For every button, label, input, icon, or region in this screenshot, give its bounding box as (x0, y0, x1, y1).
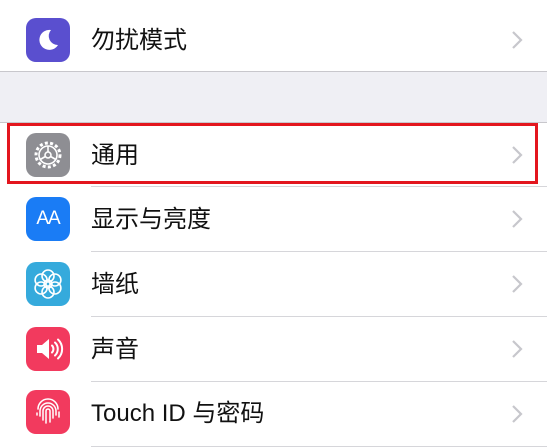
settings-row-do-not-disturb[interactable]: 勿扰模式 (0, 8, 547, 72)
settings-row-label: 墙纸 (91, 270, 139, 298)
chevron-right-icon (512, 275, 523, 293)
chevron-right-icon (512, 210, 523, 228)
settings-row-label: 勿扰模式 (91, 26, 187, 54)
speaker-icon (26, 327, 70, 371)
settings-row-wallpaper[interactable]: 墙纸 (0, 252, 547, 316)
settings-row-label: 显示与亮度 (91, 205, 211, 233)
flower-icon (26, 262, 70, 306)
chevron-right-icon (512, 31, 523, 49)
settings-row-touch-id-passcode[interactable]: Touch ID 与密码 (0, 382, 547, 446)
row-separator (91, 446, 547, 447)
text-size-icon: AA (26, 197, 70, 241)
fingerprint-icon (26, 390, 70, 434)
chevron-right-icon (512, 405, 523, 423)
chevron-right-icon (512, 340, 523, 358)
settings-row-label: 声音 (91, 335, 139, 363)
settings-row-display-brightness[interactable]: AA 显示与亮度 (0, 187, 547, 251)
settings-row-label: Touch ID 与密码 (91, 400, 265, 427)
highlight-box (7, 123, 538, 184)
section-gap (0, 72, 547, 122)
settings-row-sounds[interactable]: 声音 (0, 317, 547, 381)
moon-icon (26, 18, 70, 62)
